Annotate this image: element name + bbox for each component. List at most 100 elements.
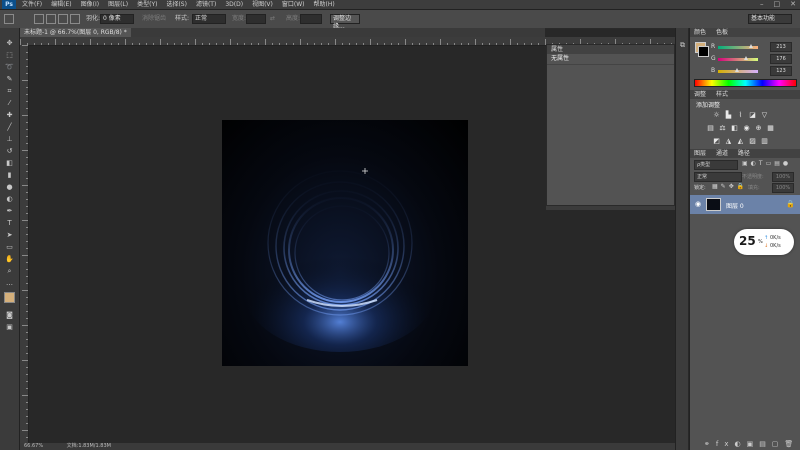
workspace-select[interactable]: 基本功能 xyxy=(748,14,792,24)
subtract-selection-icon[interactable] xyxy=(58,14,68,24)
zoom-level[interactable]: 66.67% xyxy=(24,443,43,449)
layer-row[interactable]: ◉ 图层 0 🔒 xyxy=(690,195,800,214)
photo-filter-icon[interactable]: ◉ xyxy=(742,124,751,132)
network-speed-widget[interactable]: 25 % ↑ 0K/s ↓ 0K/s xyxy=(734,229,794,255)
minimize-button[interactable]: – xyxy=(760,0,764,9)
feather-input[interactable]: 0 像素 xyxy=(100,14,134,24)
exposure-icon[interactable]: ◪ xyxy=(748,111,757,119)
menu-item-4[interactable]: 类型(Y) xyxy=(137,0,157,9)
document-canvas[interactable] xyxy=(222,120,468,366)
curves-icon[interactable]: ⌇ xyxy=(736,111,745,119)
fill-input[interactable]: 100% xyxy=(772,183,794,193)
tab-paths[interactable]: 路径 xyxy=(734,150,754,157)
marquee-tool-icon[interactable]: ⬚ xyxy=(5,52,14,59)
style-select[interactable]: 正常 xyxy=(192,14,226,24)
swap-icon[interactable]: ⇄ xyxy=(270,14,275,24)
visibility-eye-icon[interactable]: ◉ xyxy=(695,200,701,208)
menu-item-8[interactable]: 视图(V) xyxy=(252,0,273,9)
vibrance-icon[interactable]: ▽ xyxy=(760,111,769,119)
menu-item-7[interactable]: 3D(D) xyxy=(225,0,243,9)
properties-panel-header[interactable]: 属性 xyxy=(547,45,674,54)
brush-tool-icon[interactable]: ╱ xyxy=(5,124,14,131)
quick-mask-icon[interactable]: ◙ xyxy=(5,312,14,319)
layer-kind-filter[interactable]: ρ类型 xyxy=(694,160,738,170)
intersect-selection-icon[interactable] xyxy=(70,14,80,24)
tab-adjustments[interactable]: 调整 xyxy=(690,91,710,98)
menu-item-3[interactable]: 图层(L) xyxy=(108,0,128,9)
eyedropper-tool-icon[interactable]: ⁄ xyxy=(5,100,14,107)
gradient-tool-icon[interactable]: ▮ xyxy=(5,172,14,179)
invert-icon[interactable]: ◩ xyxy=(712,137,721,145)
opacity-input[interactable]: 100% xyxy=(772,172,794,182)
red-value-input[interactable]: 213 xyxy=(770,42,792,52)
tab-styles[interactable]: 样式 xyxy=(712,91,732,98)
pen-tool-icon[interactable]: ✒ xyxy=(5,208,14,215)
red-slider-knob[interactable] xyxy=(749,44,754,48)
width-input[interactable] xyxy=(246,14,266,24)
gradient-map-icon[interactable]: ▥ xyxy=(760,137,769,145)
history-brush-tool-icon[interactable]: ↺ xyxy=(5,148,14,155)
dodge-tool-icon[interactable]: ◐ xyxy=(5,196,14,203)
quick-select-tool-icon[interactable]: ✎ xyxy=(5,76,14,83)
path-select-tool-icon[interactable]: ➤ xyxy=(5,232,14,239)
history-panel-icon[interactable]: ⧉ xyxy=(678,42,687,49)
clone-stamp-tool-icon[interactable]: ⊥ xyxy=(5,136,14,143)
properties-resize-handle[interactable] xyxy=(546,206,675,210)
foreground-color-swatch[interactable] xyxy=(4,292,15,303)
menu-item-5[interactable]: 选择(S) xyxy=(166,0,187,9)
blur-tool-icon[interactable]: ● xyxy=(5,184,14,191)
add-selection-icon[interactable] xyxy=(46,14,56,24)
lasso-tool-icon[interactable]: ➰ xyxy=(5,64,14,71)
menu-item-10[interactable]: 帮助(H) xyxy=(314,0,335,9)
lock-icons[interactable]: ▦✎✥🔒 xyxy=(712,183,747,190)
menu-item-2[interactable]: 图像(I) xyxy=(81,0,99,9)
move-tool-icon[interactable]: ✥ xyxy=(5,40,14,47)
blue-slider-knob[interactable] xyxy=(735,68,740,72)
zoom-tool-icon[interactable]: ⌕ xyxy=(5,268,14,275)
green-value-input[interactable]: 176 xyxy=(770,54,792,64)
height-input[interactable] xyxy=(300,14,322,24)
layers-footer-icons[interactable]: ⚭fx◐▣▤▢🗑 xyxy=(704,440,799,448)
screen-mode-icon[interactable]: ▣ xyxy=(5,324,14,331)
menu-item-9[interactable]: 窗口(W) xyxy=(282,0,305,9)
tab-channels[interactable]: 通道 xyxy=(712,150,732,157)
layer-thumbnail[interactable] xyxy=(706,198,721,211)
threshold-icon[interactable]: ◭ xyxy=(736,137,745,145)
document-tab[interactable]: 未标题-1 @ 66.7%(图层 0, RGB/8) * xyxy=(20,28,131,37)
close-button[interactable]: ✕ xyxy=(790,0,796,9)
tab-layers[interactable]: 图层 xyxy=(690,150,710,157)
selective-color-icon[interactable]: ▨ xyxy=(748,137,757,145)
healing-brush-tool-icon[interactable]: ✚ xyxy=(5,112,14,119)
hand-tool-icon[interactable]: ✋ xyxy=(5,256,14,263)
eraser-tool-icon[interactable]: ◧ xyxy=(5,160,14,167)
posterize-icon[interactable]: ◮ xyxy=(724,137,733,145)
maximize-button[interactable]: □ xyxy=(774,0,781,9)
color-balance-icon[interactable]: ⚖ xyxy=(718,124,727,132)
brightness-contrast-icon[interactable]: ☼ xyxy=(712,111,721,119)
refine-edge-button[interactable]: 调整边缘... xyxy=(330,14,360,30)
layer-name[interactable]: 图层 0 xyxy=(726,201,744,210)
menu-item-1[interactable]: 编辑(E) xyxy=(51,0,71,9)
levels-icon[interactable]: ▙ xyxy=(724,111,733,119)
type-tool-icon[interactable]: T xyxy=(5,220,14,227)
layer-filter-icons[interactable]: ▣◐T▭▤● xyxy=(742,160,791,167)
tab-color[interactable]: 颜色 xyxy=(690,29,710,36)
channel-mixer-icon[interactable]: ⊕ xyxy=(754,124,763,132)
marquee-tool-preset-icon[interactable] xyxy=(4,14,14,24)
blue-value-input[interactable]: 123 xyxy=(770,66,792,76)
color-lookup-icon[interactable]: ▦ xyxy=(766,124,775,132)
more-tools-icon[interactable]: … xyxy=(5,280,14,287)
menu-item-6[interactable]: 滤镜(T) xyxy=(196,0,216,9)
new-selection-icon[interactable] xyxy=(34,14,44,24)
app-logo[interactable]: Ps xyxy=(2,0,16,9)
shape-tool-icon[interactable]: ▭ xyxy=(5,244,14,251)
green-slider-knob[interactable] xyxy=(743,56,748,60)
color-spectrum-bar[interactable] xyxy=(694,79,797,87)
black-white-icon[interactable]: ◧ xyxy=(730,124,739,132)
antialias-checkbox[interactable]: 消除锯齿 xyxy=(142,14,166,24)
blend-mode-select[interactable]: 正常 xyxy=(694,172,742,182)
green-slider-track[interactable] xyxy=(718,58,758,61)
crop-tool-icon[interactable]: ⌗ xyxy=(5,88,14,95)
menu-item-0[interactable]: 文件(F) xyxy=(22,0,42,9)
tab-swatches[interactable]: 色板 xyxy=(712,29,732,36)
